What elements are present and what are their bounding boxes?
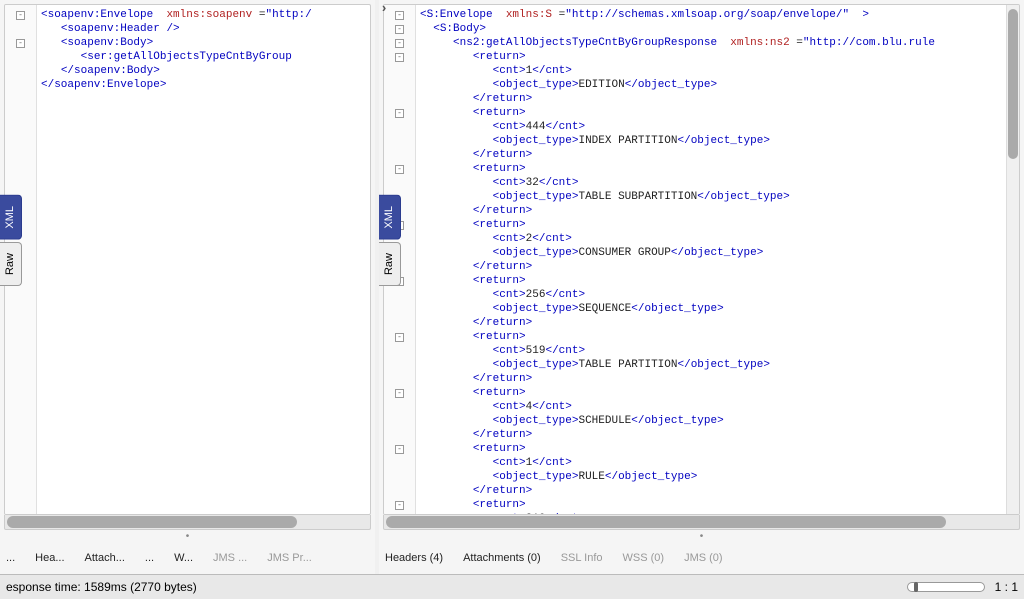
request-panel: XML Raw - - <soapenv:Envelope xmlns:soap… — [0, 0, 375, 574]
zoom-slider[interactable] — [907, 582, 985, 592]
right-bottom-tabs: Headers (4) Attachments (0) SSL Info WSS… — [379, 542, 1024, 574]
zoom-level: 1 : 1 — [995, 580, 1018, 594]
fold-icon[interactable]: - — [395, 39, 404, 48]
fold-icon[interactable]: - — [16, 11, 25, 20]
panel-divider-icon: › — [376, 0, 392, 16]
left-bottom-tabs: ... Hea... Attach... ... W... JMS ... JM… — [0, 542, 375, 574]
left-hscrollbar[interactable] — [4, 515, 371, 530]
tab-jms-properties[interactable]: JMS Pr... — [267, 552, 312, 564]
tab-item[interactable]: ... — [145, 552, 154, 564]
right-side-tabs: XML Raw — [379, 195, 401, 286]
tab-w[interactable]: W... — [174, 552, 193, 564]
fold-icon[interactable]: - — [395, 501, 404, 510]
left-side-tabs: XML Raw — [0, 195, 22, 286]
fold-icon[interactable]: - — [395, 25, 404, 34]
tab-wss[interactable]: WSS (0) — [623, 552, 665, 564]
dot-indicator: • — [0, 532, 375, 542]
zoom-widget: 1 : 1 — [907, 580, 1018, 594]
tab-headers[interactable]: Hea... — [35, 552, 64, 564]
tab-xml-left[interactable]: XML — [0, 195, 22, 240]
response-panel: XML Raw ------------ <S:Envelope xmlns:S… — [379, 0, 1024, 574]
right-hscrollbar[interactable] — [383, 515, 1020, 530]
fold-icon[interactable]: - — [395, 11, 404, 20]
fold-icon[interactable]: - — [395, 165, 404, 174]
request-code-area[interactable]: - - <soapenv:Envelope xmlns:soapenv ="ht… — [4, 4, 371, 515]
tab-ssl-info[interactable]: SSL Info — [561, 552, 603, 564]
fold-icon[interactable]: - — [395, 53, 404, 62]
tab-xml-right[interactable]: XML — [379, 195, 401, 240]
response-code[interactable]: <S:Envelope xmlns:S ="http://schemas.xml… — [416, 5, 1006, 514]
tab-attachments[interactable]: Attach... — [85, 552, 125, 564]
tab-headers[interactable]: Headers (4) — [385, 552, 443, 564]
response-time-label: esponse time: 1589ms (2770 bytes) — [6, 580, 197, 594]
fold-icon[interactable]: - — [16, 39, 25, 48]
right-vscrollbar[interactable] — [1006, 5, 1019, 514]
fold-icon[interactable]: - — [395, 109, 404, 118]
tab-jms[interactable]: JMS (0) — [684, 552, 723, 564]
dot-indicator: • — [379, 532, 1024, 542]
tab-attachments[interactable]: Attachments (0) — [463, 552, 541, 564]
tab-raw-right[interactable]: Raw — [379, 242, 401, 286]
fold-icon[interactable]: - — [395, 389, 404, 398]
tab-jms[interactable]: JMS ... — [213, 552, 247, 564]
request-code[interactable]: <soapenv:Envelope xmlns:soapenv ="http:/… — [37, 5, 370, 514]
status-bar: esponse time: 1589ms (2770 bytes) 1 : 1 — [0, 574, 1024, 599]
fold-icon[interactable]: - — [395, 333, 404, 342]
tab-raw-left[interactable]: Raw — [0, 242, 22, 286]
response-code-area[interactable]: ------------ <S:Envelope xmlns:S ="http:… — [383, 4, 1020, 515]
fold-icon[interactable]: - — [395, 445, 404, 454]
tab-item[interactable]: ... — [6, 552, 15, 564]
